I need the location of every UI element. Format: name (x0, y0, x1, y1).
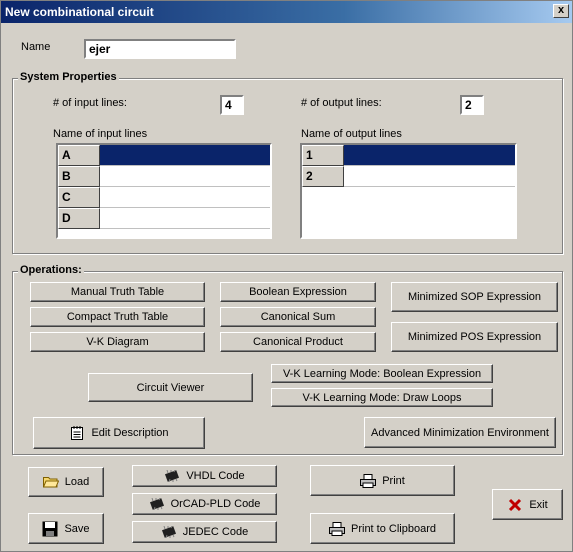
button-label: VHDL Code (186, 470, 245, 482)
canonical-sum-button[interactable]: Canonical Sum (220, 307, 376, 327)
output-row-header: 1 (302, 145, 344, 166)
vk-diagram-button[interactable]: V-K Diagram (30, 332, 205, 352)
input-row[interactable]: A (58, 145, 270, 166)
output-row[interactable]: 2 (302, 166, 515, 187)
button-label: Print to Clipboard (351, 522, 436, 535)
button-label: Advanced Minimization Environment (371, 426, 549, 439)
exit-button[interactable]: Exit (492, 489, 563, 520)
output-names-label: Name of output lines (301, 128, 402, 140)
button-label: V-K Learning Mode: Draw Loops (302, 391, 462, 404)
notepad-icon (69, 426, 85, 440)
output-row[interactable]: 1 (302, 145, 515, 166)
save-button[interactable]: Save (28, 513, 104, 544)
input-lines-field[interactable] (222, 97, 242, 113)
button-label: Print (382, 474, 405, 487)
minimized-sop-button[interactable]: Minimized SOP Expression (391, 282, 558, 312)
input-lines-grid[interactable]: A B C D (56, 143, 272, 239)
exit-x-icon (507, 498, 523, 512)
printer-icon (360, 473, 377, 488)
output-row-header: 2 (302, 166, 344, 187)
input-row[interactable]: B (58, 166, 270, 187)
name-field-box (84, 39, 236, 59)
input-names-label: Name of input lines (53, 128, 148, 140)
button-label: JEDEC Code (182, 526, 249, 538)
input-lines-label: # of input lines: (53, 97, 127, 109)
edit-description-button[interactable]: Edit Description (33, 417, 205, 449)
vk-learning-boolean-button[interactable]: V-K Learning Mode: Boolean Expression (271, 364, 493, 383)
button-label: Save (64, 522, 90, 535)
output-lines-grid[interactable]: 1 2 (300, 143, 517, 239)
title-bar: New combinational circuit x (1, 1, 572, 23)
button-label: Boolean Expression (249, 286, 347, 298)
chip-icon (161, 525, 177, 539)
button-label: Canonical Product (253, 336, 343, 348)
input-row-header: B (58, 166, 100, 187)
boolean-expression-button[interactable]: Boolean Expression (220, 282, 376, 302)
input-row-cell[interactable] (100, 145, 270, 166)
vhdl-code-button[interactable]: VHDL Code (132, 465, 277, 487)
output-row-cell[interactable] (344, 166, 515, 187)
printer-icon (329, 521, 345, 536)
button-label: V-K Diagram (86, 336, 149, 348)
input-row[interactable]: D (58, 208, 270, 229)
orcad-pld-code-button[interactable]: OrCAD-PLD Code (132, 493, 277, 515)
button-label: Load (64, 476, 90, 488)
chip-icon (149, 497, 165, 511)
input-row-header: C (58, 187, 100, 208)
input-row-cell[interactable] (100, 208, 270, 229)
button-label: Compact Truth Table (66, 311, 169, 323)
output-lines-box (460, 95, 484, 115)
floppy-disk-icon (42, 521, 58, 536)
output-lines-field[interactable] (462, 97, 482, 113)
output-row-cell[interactable] (344, 145, 515, 166)
input-row-cell[interactable] (100, 187, 270, 208)
system-properties-title: System Properties (18, 71, 119, 83)
operations-title: Operations: (18, 264, 84, 276)
compact-truth-table-button[interactable]: Compact Truth Table (30, 307, 205, 327)
input-row-header: A (58, 145, 100, 166)
name-label: Name (21, 41, 51, 53)
button-label: Edit Description (91, 427, 169, 439)
main-window: New combinational circuit x Name System … (0, 0, 573, 552)
button-label: Minimized SOP Expression (407, 291, 542, 303)
window-title: New combinational circuit (5, 5, 154, 19)
button-label: Canonical Sum (260, 311, 336, 323)
minimized-pos-button[interactable]: Minimized POS Expression (391, 322, 558, 352)
load-button[interactable]: Load (28, 467, 104, 497)
canonical-product-button[interactable]: Canonical Product (220, 332, 376, 352)
input-lines-box (220, 95, 244, 115)
button-label: Exit (529, 498, 548, 511)
circuit-viewer-button[interactable]: Circuit Viewer (88, 373, 253, 402)
button-label: OrCAD-PLD Code (170, 498, 261, 510)
name-input[interactable] (86, 41, 234, 57)
chip-icon (164, 469, 180, 483)
print-to-clipboard-button[interactable]: Print to Clipboard (310, 513, 455, 544)
button-label: V-K Learning Mode: Boolean Expression (282, 367, 482, 380)
folder-icon (42, 475, 59, 489)
vk-learning-loops-button[interactable]: V-K Learning Mode: Draw Loops (271, 388, 493, 407)
button-label: Manual Truth Table (70, 286, 165, 298)
output-lines-label: # of output lines: (301, 97, 382, 109)
advanced-minimization-button[interactable]: Advanced Minimization Environment (364, 417, 556, 448)
print-button[interactable]: Print (310, 465, 455, 496)
input-row[interactable]: C (58, 187, 270, 208)
jedec-code-button[interactable]: JEDEC Code (132, 521, 277, 543)
button-label: Circuit Viewer (136, 381, 205, 394)
manual-truth-table-button[interactable]: Manual Truth Table (30, 282, 205, 302)
close-button[interactable]: x (553, 4, 569, 18)
input-row-header: D (58, 208, 100, 229)
button-label: Minimized POS Expression (407, 331, 542, 343)
input-row-cell[interactable] (100, 166, 270, 187)
